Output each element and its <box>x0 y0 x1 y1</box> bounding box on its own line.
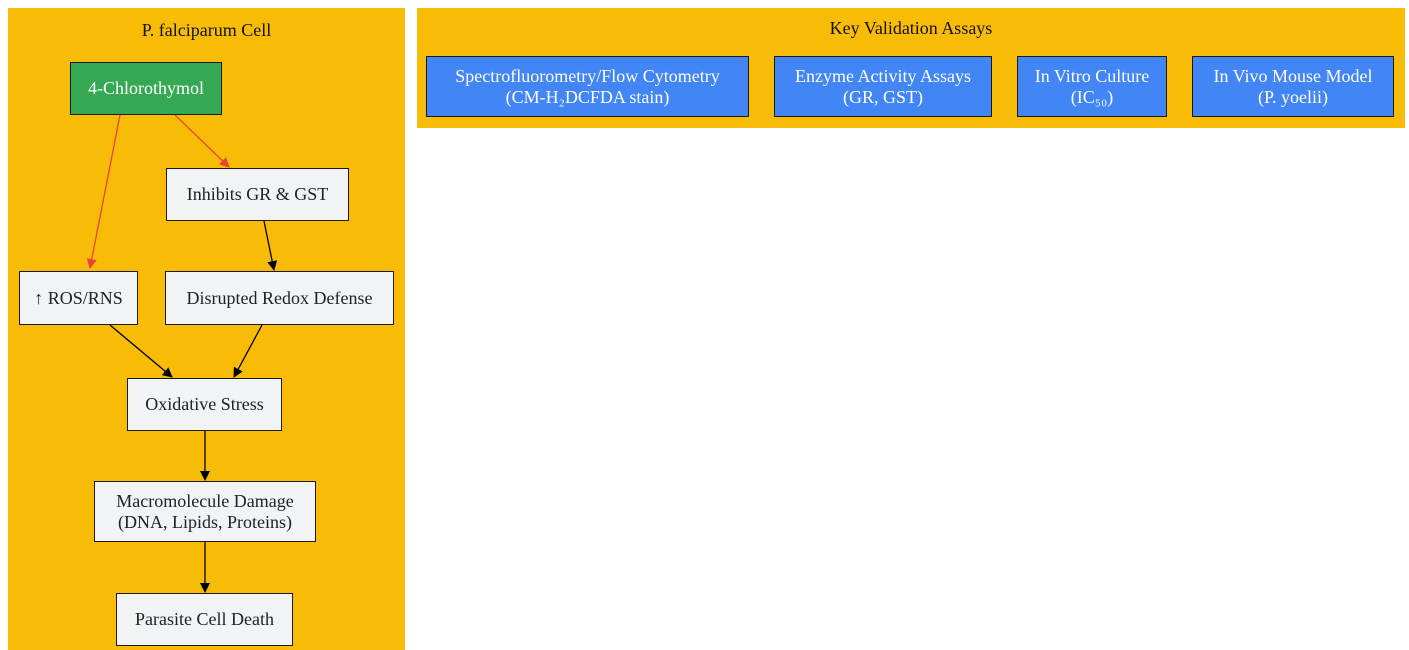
assay-spectrofluorometry-line2: (CM-H₂DCFDA stain) <box>505 86 670 107</box>
node-ros-rns: ↑ ROS/RNS <box>19 271 138 325</box>
node-macromolecule-damage: Macromolecule Damage (DNA, Lipids, Prote… <box>94 481 316 542</box>
node-ros-rns-label: ↑ ROS/RNS <box>34 287 123 308</box>
node-oxidative-stress: Oxidative Stress <box>127 378 282 431</box>
assay-enzyme-activity: Enzyme Activity Assays (GR, GST) <box>774 56 992 117</box>
edge-chlorothymol-to-inhibits <box>174 114 230 168</box>
assay-in-vitro-culture-line2: (IC₅₀) <box>1070 86 1114 107</box>
node-disrupted-redox-defense-label: Disrupted Redox Defense <box>186 287 373 308</box>
edge-ros-to-stress <box>109 324 173 378</box>
edge-inhibits-to-redox <box>263 220 278 271</box>
edge-chlorothymol-to-ros <box>86 114 121 269</box>
node-inhibits-gr-gst-label: Inhibits GR & GST <box>186 184 329 204</box>
assay-in-vivo-mouse-model-line1: In Vivo Mouse Model <box>1213 65 1373 86</box>
node-macromolecule-damage-line1: Macromolecule Damage <box>116 490 294 511</box>
node-4-chlorothymol-label: 4-Chlorothymol <box>88 78 204 98</box>
assay-spectrofluorometry-line1: Spectrofluorometry/Flow Cytometry <box>455 65 720 86</box>
edge-redox-to-stress <box>233 324 263 378</box>
assay-spectrofluorometry: Spectrofluorometry/Flow Cytometry (CM-H₂… <box>426 56 749 117</box>
assay-in-vitro-culture-line1: In Vitro Culture <box>1034 65 1150 86</box>
node-disrupted-redox-defense: Disrupted Redox Defense <box>165 271 394 325</box>
assay-enzyme-activity-line2: (GR, GST) <box>843 86 923 107</box>
assay-in-vivo-mouse-model-line2: (P. yoelii) <box>1258 86 1328 107</box>
node-macromolecule-damage-line2: (DNA, Lipids, Proteins) <box>118 511 292 532</box>
assay-in-vitro-culture: In Vitro Culture (IC₅₀) <box>1017 56 1167 117</box>
assay-in-vivo-mouse-model: In Vivo Mouse Model (P. yoelii) <box>1192 56 1394 117</box>
node-inhibits-gr-gst: Inhibits GR & GST <box>166 168 349 221</box>
assay-enzyme-activity-line1: Enzyme Activity Assays <box>795 65 971 86</box>
node-oxidative-stress-label: Oxidative Stress <box>145 394 264 414</box>
node-4-chlorothymol: 4-Chlorothymol <box>70 62 222 115</box>
node-parasite-cell-death: Parasite Cell Death <box>116 593 293 646</box>
node-parasite-cell-death-label: Parasite Cell Death <box>135 609 274 629</box>
